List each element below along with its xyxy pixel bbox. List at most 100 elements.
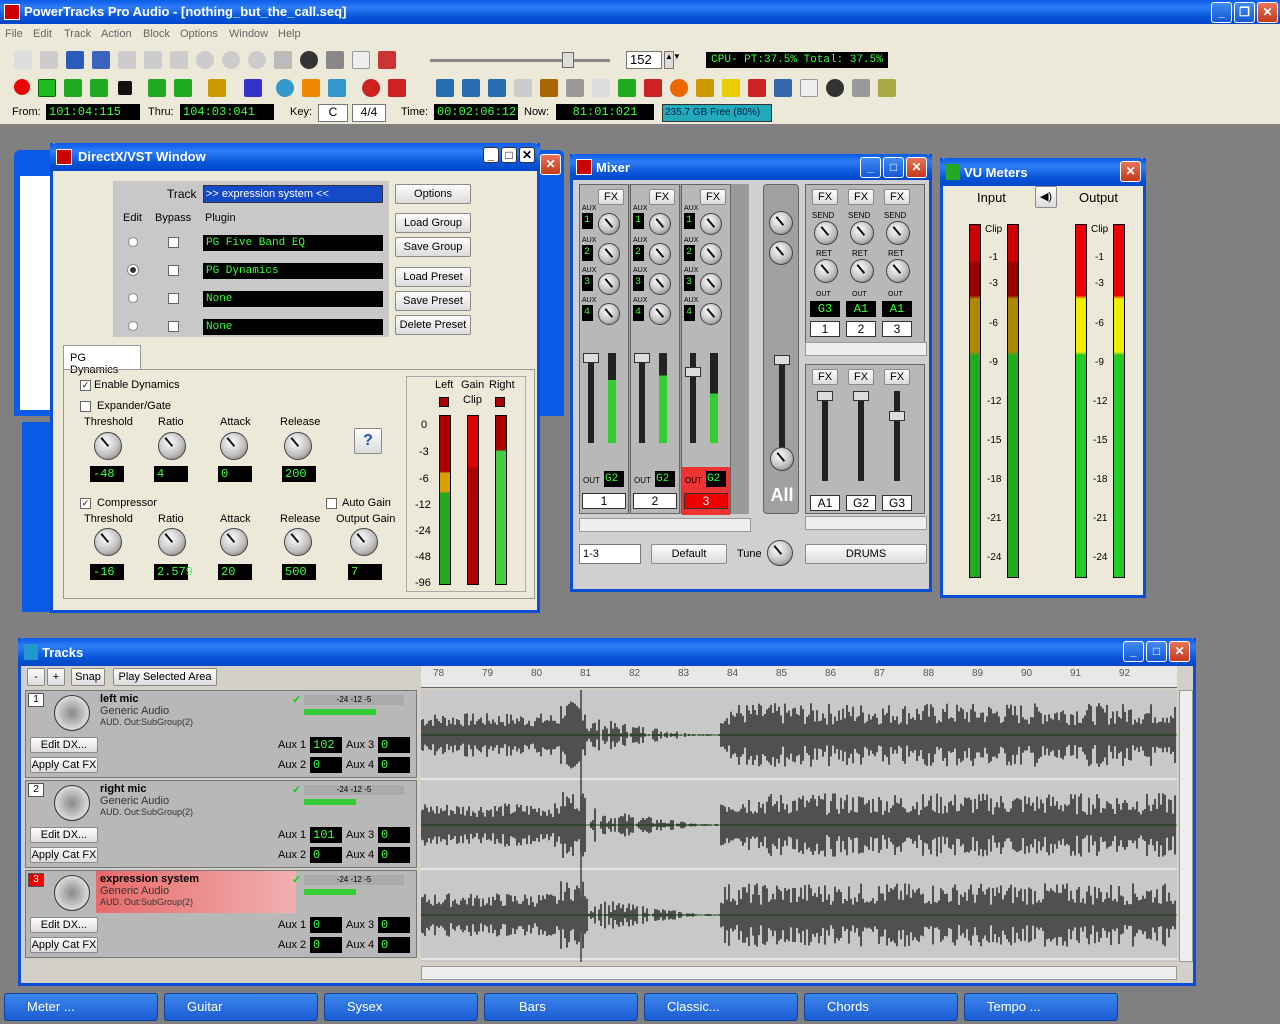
- edit-radio-2[interactable]: [127, 264, 139, 276]
- aux-1-knob[interactable]: [649, 213, 671, 235]
- fx-button[interactable]: FX: [884, 189, 910, 205]
- back-icon[interactable]: [148, 79, 166, 97]
- play-selected-area-button[interactable]: Play Selected Area: [113, 668, 217, 686]
- exp-threshold-knob[interactable]: [94, 432, 122, 460]
- task-classic[interactable]: Classic...: [644, 993, 798, 1021]
- plugin-slot-3[interactable]: None: [203, 291, 383, 307]
- plugin-slot-4[interactable]: None: [203, 319, 383, 335]
- channel-number[interactable]: 2: [633, 493, 677, 509]
- fader-2[interactable]: [634, 353, 650, 363]
- save-group-button[interactable]: Save Group: [395, 237, 471, 257]
- now-field[interactable]: 81:01:021: [556, 104, 654, 120]
- aux-value[interactable]: 0: [378, 737, 410, 753]
- mixer-close[interactable]: ✕: [906, 157, 927, 178]
- out-select[interactable]: G2: [706, 471, 726, 487]
- menu-track[interactable]: Track: [64, 28, 91, 40]
- output-gain-knob[interactable]: [350, 528, 378, 556]
- globe-icon[interactable]: [276, 79, 294, 97]
- events-icon[interactable]: [748, 79, 766, 97]
- loop-icon[interactable]: [328, 79, 346, 97]
- mixer-minimize[interactable]: _: [860, 157, 881, 178]
- drums-button[interactable]: DRUMS: [805, 544, 927, 564]
- settings-icon[interactable]: [222, 51, 240, 69]
- vu-close[interactable]: ✕: [1120, 161, 1141, 182]
- expander-check[interactable]: [80, 401, 91, 412]
- thru-field[interactable]: 104:03:041: [180, 104, 274, 120]
- menu-help[interactable]: Help: [278, 28, 301, 40]
- fx-button[interactable]: FX: [700, 189, 726, 205]
- tracks-minimize[interactable]: _: [1123, 641, 1144, 662]
- task-sysex[interactable]: Sysex: [324, 993, 478, 1021]
- track-name[interactable]: right mic: [100, 783, 146, 795]
- bus-label[interactable]: A1: [810, 495, 840, 511]
- channel-scrollbar[interactable]: [579, 518, 751, 532]
- save-icon[interactable]: [66, 51, 84, 69]
- master-pan-knob[interactable]: [770, 447, 794, 471]
- notation-icon[interactable]: [618, 79, 636, 97]
- from-field[interactable]: 101:04:115: [46, 104, 140, 120]
- dx-minimize[interactable]: _: [483, 147, 499, 163]
- edit-radio-4[interactable]: [128, 321, 138, 331]
- master-knob-1[interactable]: [769, 211, 793, 235]
- ret-knob[interactable]: [814, 259, 838, 283]
- guitar-icon[interactable]: [514, 79, 532, 97]
- comp-threshold-knob[interactable]: [94, 528, 122, 556]
- comp-ratio-knob[interactable]: [158, 528, 186, 556]
- rewind-icon[interactable]: [64, 79, 82, 97]
- group-number[interactable]: 2: [846, 321, 876, 337]
- tune-knob[interactable]: [767, 540, 793, 566]
- bus-fader[interactable]: [853, 391, 869, 401]
- out-select[interactable]: G2: [655, 471, 675, 487]
- mixer-maximize[interactable]: □: [883, 157, 904, 178]
- checkmark-icon[interactable]: ✓: [292, 783, 301, 796]
- tempo-spinner[interactable]: ▲▼: [664, 51, 681, 69]
- bus-fader[interactable]: [889, 411, 905, 421]
- timeline-ruler[interactable]: 78 79 80 81 82 83 84 85 86 87 88 89 90 9…: [421, 666, 1177, 688]
- new-icon[interactable]: [14, 51, 32, 69]
- aux-value[interactable]: 0: [310, 847, 342, 863]
- fx-button[interactable]: FX: [649, 189, 675, 205]
- right-clip-led[interactable]: [495, 397, 505, 407]
- save-preset-button[interactable]: Save Preset: [395, 291, 471, 311]
- dx-icon[interactable]: [352, 51, 370, 69]
- snap-button[interactable]: Snap: [71, 668, 105, 686]
- left-clip-led[interactable]: [439, 397, 449, 407]
- group-out[interactable]: A1: [846, 301, 876, 317]
- minimize-button[interactable]: _: [1211, 2, 1232, 23]
- metronome-icon[interactable]: [362, 79, 380, 97]
- meter-window-close[interactable]: ✕: [540, 154, 561, 175]
- key-field[interactable]: C: [318, 104, 348, 122]
- guitar-fx-icon[interactable]: [670, 79, 688, 97]
- vertical-scrollbar[interactable]: [1179, 690, 1193, 962]
- aux-1-knob[interactable]: [598, 213, 620, 235]
- fx-button[interactable]: FX: [598, 189, 624, 205]
- comp-release-knob[interactable]: [284, 528, 312, 556]
- fx-button[interactable]: FX: [884, 369, 910, 385]
- dx-maximize[interactable]: □: [501, 147, 517, 163]
- group-number[interactable]: 3: [882, 321, 912, 337]
- track-select[interactable]: >> expression system <<: [203, 185, 383, 203]
- aux-value[interactable]: 101: [310, 827, 342, 843]
- default-button[interactable]: Default: [651, 544, 727, 564]
- position-slider[interactable]: [430, 59, 610, 62]
- range-select[interactable]: 1-3: [579, 544, 641, 564]
- edit-dx-button[interactable]: Edit DX...: [30, 827, 98, 843]
- aux-2-knob[interactable]: [598, 243, 620, 265]
- fast-forward-icon[interactable]: [90, 79, 108, 97]
- fx-button[interactable]: FX: [812, 189, 838, 205]
- enable-dynamics-check[interactable]: ✓: [80, 380, 91, 391]
- bus-label[interactable]: G3: [882, 495, 912, 511]
- title-icon[interactable]: [436, 79, 454, 97]
- mixer-icon[interactable]: [208, 79, 226, 97]
- master-fader[interactable]: [774, 355, 790, 365]
- menu-file[interactable]: File: [5, 28, 23, 40]
- meters-icon[interactable]: [696, 79, 714, 97]
- master-knob-2[interactable]: [769, 241, 793, 265]
- bypass-check-3[interactable]: [168, 293, 179, 304]
- group-out[interactable]: G3: [810, 301, 840, 317]
- compressor-check[interactable]: ✓: [80, 498, 91, 509]
- group-number[interactable]: 1: [810, 321, 840, 337]
- document-icon[interactable]: [800, 79, 818, 97]
- open-icon[interactable]: [40, 51, 58, 69]
- menu-edit[interactable]: Edit: [33, 28, 52, 40]
